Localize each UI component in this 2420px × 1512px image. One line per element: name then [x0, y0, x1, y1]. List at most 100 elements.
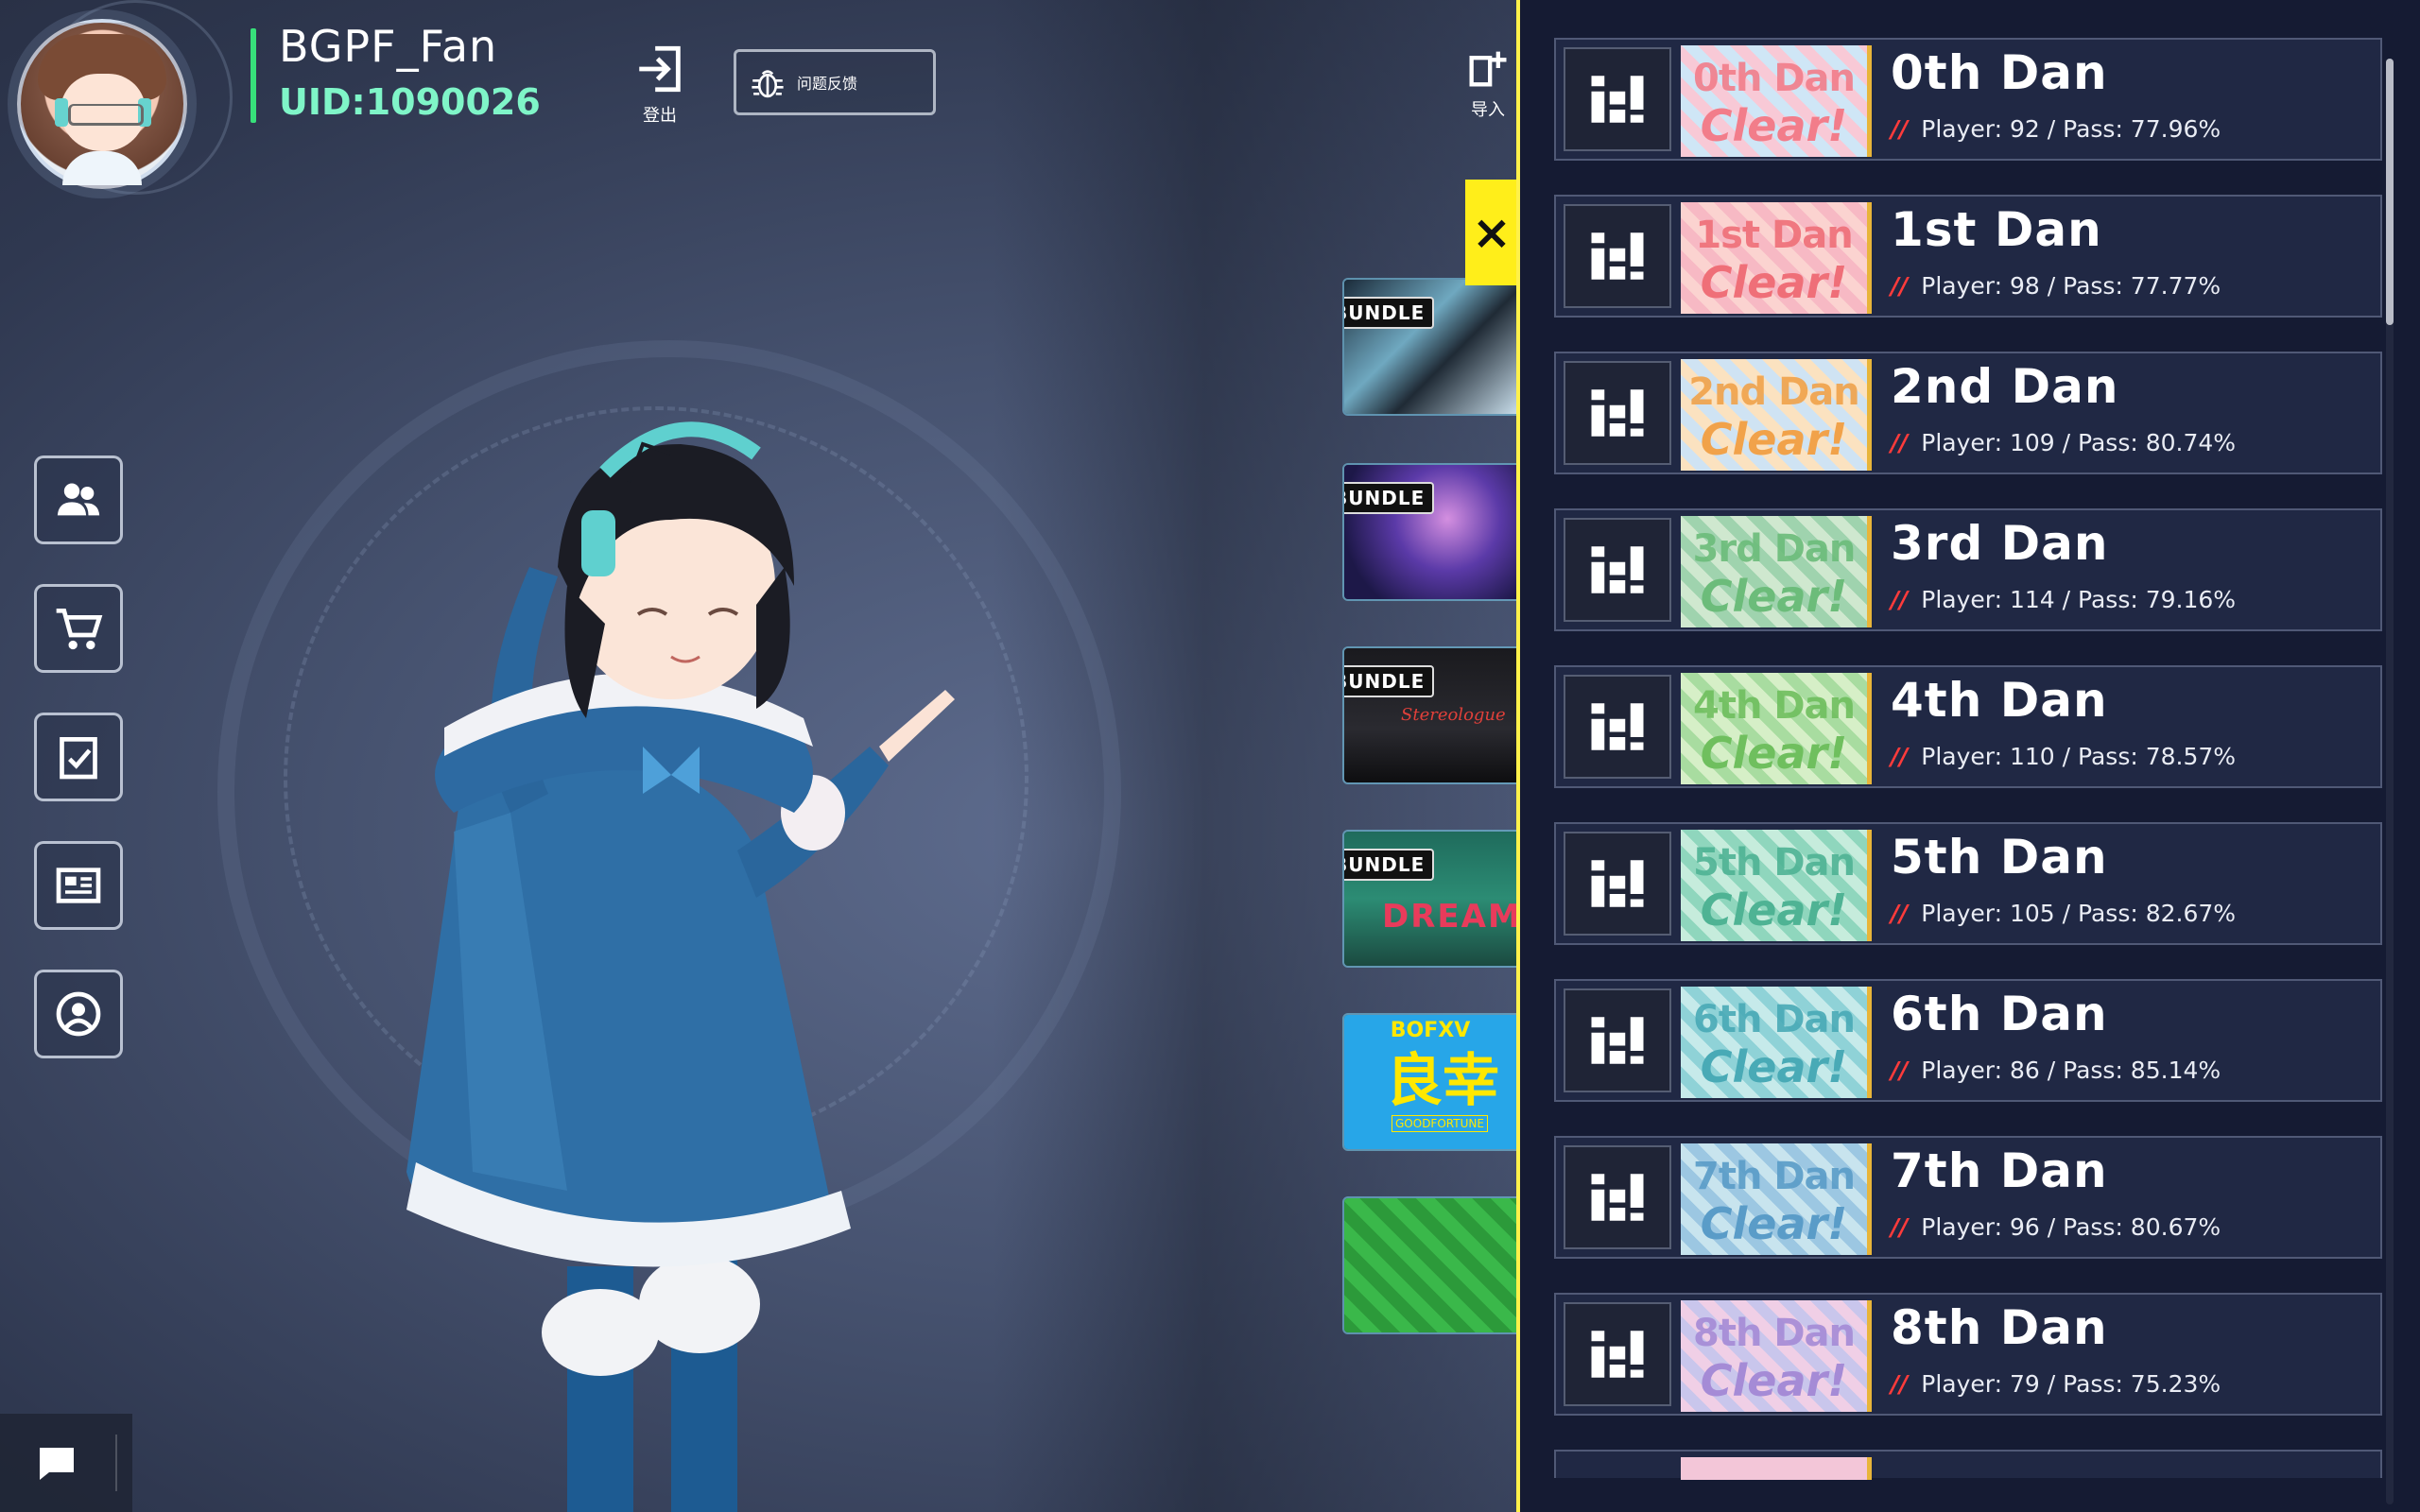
dan-stats-text: Player: 114 / Pass: 79.16%: [1921, 586, 2237, 613]
dan-thumbnail: 8th Dan Clear!: [1681, 1300, 1872, 1412]
bundle-tag: BUNDLE: [1344, 665, 1435, 697]
dan-course-row[interactable]: 3rd Dan Clear! 3rd Dan // Player: 114 / P…: [1554, 508, 2382, 631]
dan-thumbnail: 6th Dan Clear!: [1681, 987, 1872, 1098]
slash-decoration: //: [1891, 115, 1909, 143]
dan-thumbnail: 5th Dan Clear!: [1681, 830, 1872, 941]
dan-thumbnail: 2nd Dan Clear!: [1681, 359, 1872, 471]
dan-course-row[interactable]: 2nd Dan Clear! 2nd Dan // Player: 109 / P…: [1554, 352, 2382, 474]
dan-stats: // Player: 96 / Pass: 80.67%: [1891, 1213, 2221, 1241]
dan-thumbnail-clear: Clear!: [1700, 571, 1848, 622]
dan-course-icon: [1564, 675, 1671, 779]
task-check-icon: [60, 737, 97, 780]
dan-thumbnail-clear: Clear!: [1700, 1041, 1848, 1092]
profile-button[interactable]: [34, 970, 123, 1058]
dan-stats-text: Player: 105 / Pass: 82.67%: [1921, 900, 2237, 927]
dan-course-row[interactable]: 0th Dan Clear! 0th Dan // Player: 92 / Pa…: [1554, 38, 2382, 161]
dan-thumbnail-clear: Clear!: [1700, 1198, 1848, 1249]
dan-thumbnail-rank: 6th Dan: [1692, 998, 1856, 1041]
dan-thumbnail-rank: 8th Dan: [1692, 1312, 1856, 1355]
dan-thumbnail-clear: Clear!: [1700, 100, 1848, 151]
dan-title: 8th Dan: [1891, 1300, 2108, 1355]
dan-thumbnail-rank: 7th Dan: [1692, 1155, 1856, 1198]
logout-button[interactable]: 登出: [631, 42, 688, 127]
logout-icon: [639, 45, 681, 93]
bundle-title: DREAM: [1382, 898, 1518, 936]
logout-label: 登出: [643, 106, 677, 126]
bundle-tag: BUNDLE: [1344, 849, 1435, 881]
dan-stats: // Player: 114 / Pass: 79.16%: [1891, 586, 2236, 613]
close-panel-button[interactable]: ×: [1465, 180, 1518, 285]
shop-cart-icon: [56, 609, 103, 650]
bundle-card-4[interactable]: DREAM BUNDLE: [1342, 830, 1518, 968]
dan-title: 2nd Dan: [1891, 359, 2119, 414]
dan-course-row[interactable]: 7th Dan Clear! 7th Dan // Player: 96 / Pa…: [1554, 1136, 2382, 1259]
dan-title: 3rd Dan: [1891, 516, 2109, 571]
bundle-card-1[interactable]: BUNDLE: [1342, 278, 1518, 416]
dan-stats: // Player: 105 / Pass: 82.67%: [1891, 900, 2236, 927]
dan-stats-text: Player: 98 / Pass: 77.77%: [1921, 272, 2221, 300]
character-illustration: [406, 421, 955, 1512]
bundle-card-2[interactable]: BUNDLE: [1342, 463, 1518, 601]
dan-thumbnail: 3rd Dan Clear!: [1681, 516, 1872, 627]
dan-thumbnail-rank: 4th Dan: [1692, 684, 1856, 728]
dan-course-icon: [1564, 204, 1671, 308]
dan-title: 6th Dan: [1891, 987, 2108, 1041]
slash-decoration: //: [1891, 272, 1909, 300]
bundle-tag: BUNDLE: [1344, 482, 1435, 514]
bundle-card-3[interactable]: Stereologue BUNDLE: [1342, 646, 1518, 784]
dan-stats-text: Player: 96 / Pass: 80.67%: [1921, 1213, 2221, 1241]
dan-course-row[interactable]: 6th Dan Clear! 6th Dan // Player: 86 / Pa…: [1554, 979, 2382, 1102]
dan-title: 7th Dan: [1891, 1143, 2108, 1198]
dan-stats: // Player: 110 / Pass: 78.57%: [1891, 743, 2236, 770]
dan-course-row[interactable]: 8th Dan Clear! 8th Dan // Player: 79 / Pa…: [1554, 1293, 2382, 1416]
username: BGPF_Fan: [279, 21, 498, 72]
dan-course-icon: [1564, 361, 1671, 465]
dan-thumbnail: 7th Dan Clear!: [1681, 1143, 1872, 1255]
song-title: 良幸: [1386, 1048, 1499, 1114]
dan-list-panel[interactable]: 0th Dan Clear! 0th Dan // Player: 92 / Pa…: [1516, 0, 2420, 1512]
tasks-button[interactable]: [34, 713, 123, 801]
friends-button[interactable]: [34, 455, 123, 544]
dan-thumbnail-rank: 3rd Dan: [1692, 527, 1857, 571]
import-label: 导入: [1471, 100, 1505, 120]
bundle-tag: BUNDLE: [1344, 297, 1435, 329]
user-uid: UID:1090026: [279, 81, 541, 123]
dan-course-row-partial[interactable]: [1554, 1450, 2382, 1480]
dan-course-icon: [1564, 832, 1671, 936]
slash-decoration: //: [1891, 429, 1909, 456]
scrollbar-thumb[interactable]: [2386, 59, 2394, 325]
dan-course-icon: [1564, 1302, 1671, 1406]
dan-thumbnail: 0th Dan Clear!: [1681, 45, 1872, 157]
dan-stats: // Player: 98 / Pass: 77.77%: [1891, 272, 2221, 300]
import-button[interactable]: 导入: [1463, 43, 1512, 121]
dan-course-icon: [1564, 47, 1671, 151]
dan-stats-text: Player: 109 / Pass: 80.74%: [1921, 429, 2237, 456]
dan-title: 0th Dan: [1891, 45, 2108, 100]
chat-button[interactable]: [0, 1414, 132, 1512]
dan-title: 4th Dan: [1891, 673, 2108, 728]
slash-decoration: //: [1891, 1370, 1909, 1398]
dan-thumbnail-clear: Clear!: [1700, 1355, 1848, 1406]
feedback-button[interactable]: 问题反馈: [734, 49, 936, 115]
song-card-6[interactable]: [1342, 1196, 1518, 1334]
dan-title: 1st Dan: [1891, 202, 2102, 257]
profile-icon: [56, 991, 101, 1037]
bundle-title: Stereologue: [1401, 705, 1506, 725]
song-card-good-fortune[interactable]: BOFXV 良幸 GOODFORTUNE: [1342, 1013, 1518, 1151]
dan-course-row[interactable]: 1st Dan Clear! 1st Dan // Player: 98 / Pa…: [1554, 195, 2382, 318]
dan-stats-text: Player: 86 / Pass: 85.14%: [1921, 1057, 2221, 1084]
dan-title: 5th Dan: [1891, 830, 2108, 885]
dan-thumbnail-clear: Clear!: [1700, 728, 1848, 779]
slash-decoration: //: [1891, 900, 1909, 927]
dan-stats: // Player: 86 / Pass: 85.14%: [1891, 1057, 2221, 1084]
shop-button[interactable]: [34, 584, 123, 673]
song-event-label: BOFXV: [1390, 1019, 1471, 1042]
slash-decoration: //: [1891, 586, 1909, 613]
dan-course-row[interactable]: 4th Dan Clear! 4th Dan // Player: 110 / P…: [1554, 665, 2382, 788]
dan-stats-text: Player: 79 / Pass: 75.23%: [1921, 1370, 2221, 1398]
news-button[interactable]: [34, 841, 123, 930]
feedback-label: 问题反馈: [797, 75, 858, 93]
user-avatar[interactable]: [17, 19, 187, 189]
dan-course-row[interactable]: 5th Dan Clear! 5th Dan // Player: 105 / P…: [1554, 822, 2382, 945]
slash-decoration: //: [1891, 743, 1909, 770]
